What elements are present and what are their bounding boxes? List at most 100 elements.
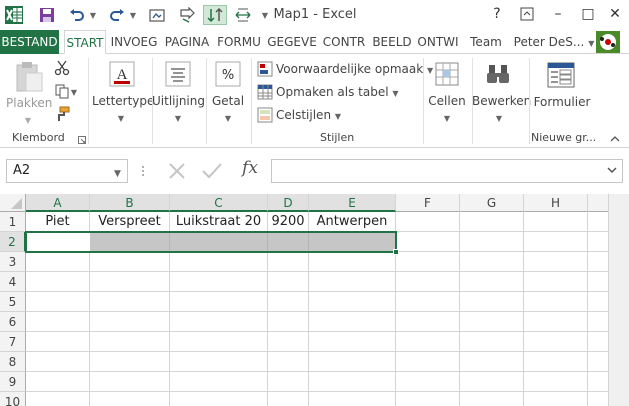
number-group-button[interactable]: Getal (206, 94, 250, 108)
undo-dropdown-icon[interactable]: ▼ (88, 5, 98, 25)
percent-icon[interactable]: % (214, 60, 242, 88)
user-name: Peter DeS... (513, 35, 585, 49)
help-button[interactable]: ? (484, 4, 510, 24)
ribbon-display-options-icon[interactable] (514, 4, 540, 24)
cells-dropdown-icon[interactable]: ▼ (424, 110, 470, 124)
ribbon-separator (88, 58, 89, 144)
column-header-b[interactable]: B (90, 194, 170, 212)
insert-function-icon[interactable]: fx (236, 158, 264, 182)
minimize-button[interactable]: – (545, 4, 571, 24)
copy-icon[interactable] (54, 83, 70, 99)
gridline (26, 391, 608, 392)
format-as-table-icon[interactable] (257, 84, 273, 100)
form-button[interactable]: Formulier (530, 95, 594, 109)
column-header-blank (588, 194, 608, 212)
cells-icon[interactable] (433, 60, 461, 88)
tab-data[interactable]: GEGEVE (266, 30, 318, 54)
cut-icon[interactable] (54, 60, 70, 76)
cell-e1[interactable]: Antwerpen (309, 212, 395, 231)
camera-icon[interactable] (146, 5, 168, 25)
column-header-f[interactable]: F (396, 194, 460, 212)
row-header-2[interactable]: 2 (0, 232, 26, 252)
number-dropdown-icon[interactable]: ▼ (206, 110, 250, 124)
tab-formulas[interactable]: FORMU (214, 30, 264, 54)
tab-home[interactable]: START (64, 30, 106, 54)
cell-styles-button[interactable]: Celstijlen ▼ (276, 108, 341, 122)
selection-border (25, 231, 397, 253)
tab-insert[interactable]: INVOEG (108, 30, 160, 54)
cell-b1[interactable]: Verspreet (90, 212, 169, 231)
format-as-table-button[interactable]: Opmaken als tabel ▼ (276, 85, 399, 99)
format-painter-icon[interactable] (54, 106, 70, 122)
align-icon[interactable] (164, 60, 192, 88)
row-header-6[interactable]: 6 (0, 312, 26, 332)
avatar[interactable] (596, 31, 620, 53)
name-box[interactable]: A2 (6, 159, 128, 183)
cell-a1[interactable]: Piet (26, 212, 89, 231)
tab-review[interactable]: CONTR (319, 30, 369, 54)
gridline (26, 331, 608, 332)
cells-group-button[interactable]: Cellen (424, 94, 470, 108)
row-header-8[interactable]: 8 (0, 352, 26, 372)
editing-dropdown-icon[interactable]: ▼ (472, 110, 526, 124)
conditional-formatting-button[interactable]: Voorwaardelijke opmaak ▼ (276, 62, 433, 76)
restore-button[interactable]: □ (575, 4, 601, 24)
name-box-dropdown-icon[interactable]: ▼ (114, 165, 124, 179)
tab-page-layout[interactable]: PAGINA (161, 30, 213, 54)
column-header-a[interactable]: A (26, 194, 90, 212)
formula-bar-grip-icon[interactable] (141, 164, 145, 178)
chevron-down-icon: ▼ (334, 112, 342, 121)
column-header-d[interactable]: D (268, 194, 309, 212)
font-icon[interactable]: A (108, 60, 136, 88)
binoculars-icon[interactable] (484, 60, 512, 88)
cell-styles-icon[interactable] (257, 107, 273, 123)
close-button[interactable]: ✕ (602, 4, 628, 24)
row-header-9[interactable]: 9 (0, 372, 26, 392)
row-header-7[interactable]: 7 (0, 332, 26, 352)
column-header-e[interactable]: E (309, 194, 396, 212)
column-header-g[interactable]: G (460, 194, 524, 212)
redo-dropdown-icon[interactable]: ▼ (128, 5, 138, 25)
select-all-corner[interactable] (0, 194, 26, 212)
editing-group-button[interactable]: Bewerken (472, 94, 531, 108)
sort-icon[interactable] (203, 5, 227, 25)
tab-file[interactable]: BESTAND (0, 30, 59, 54)
tab-team[interactable]: Team (466, 30, 506, 54)
arrow-forward-icon[interactable] (176, 5, 198, 25)
redo-icon[interactable] (106, 5, 128, 25)
expand-formula-bar-icon[interactable] (605, 163, 619, 177)
font-group-button[interactable]: Lettertype (92, 94, 154, 108)
row-header-5[interactable]: 5 (0, 292, 26, 312)
form-icon[interactable] (547, 62, 575, 88)
formula-input[interactable] (271, 159, 623, 183)
confirm-entry-icon[interactable] (200, 160, 224, 182)
vertical-scrollbar[interactable] (608, 194, 629, 406)
row-header-1[interactable]: 1 (0, 212, 26, 232)
font-dropdown-icon[interactable]: ▼ (92, 110, 150, 124)
cancel-entry-icon[interactable] (166, 160, 188, 182)
alignment-group-button[interactable]: Uitlijning (152, 94, 205, 108)
paste-button-label[interactable]: Plakken (6, 96, 52, 110)
column-header-c[interactable]: C (170, 194, 268, 212)
undo-icon[interactable] (66, 5, 88, 25)
cell-d1[interactable]: 9200 (268, 212, 308, 231)
tab-view[interactable]: BEELD (371, 30, 413, 54)
column-header-h[interactable]: H (524, 194, 588, 212)
save-icon[interactable] (36, 5, 58, 25)
conditional-formatting-icon[interactable] (257, 61, 273, 77)
row-header-3[interactable]: 3 (0, 252, 26, 272)
gridline (587, 212, 588, 406)
clipboard-launcher-icon[interactable] (78, 133, 86, 144)
row-header-4[interactable]: 4 (0, 272, 26, 292)
clipboard-group-label: Klembord (12, 131, 65, 144)
fill-handle[interactable] (393, 249, 399, 255)
paste-dropdown-icon[interactable]: ▼ (6, 112, 50, 126)
tab-developer[interactable]: ONTWI (414, 30, 462, 54)
cell-c1[interactable]: Luikstraat 20 (170, 212, 267, 231)
user-account[interactable]: Peter DeS... ▼ (512, 30, 596, 54)
collapse-ribbon-icon[interactable] (609, 133, 621, 143)
paste-icon[interactable] (12, 60, 46, 94)
alignment-dropdown-icon[interactable]: ▼ (152, 110, 204, 124)
row-header-10[interactable]: 10 (0, 392, 26, 406)
copy-dropdown-icon[interactable]: ▼ (70, 84, 78, 98)
